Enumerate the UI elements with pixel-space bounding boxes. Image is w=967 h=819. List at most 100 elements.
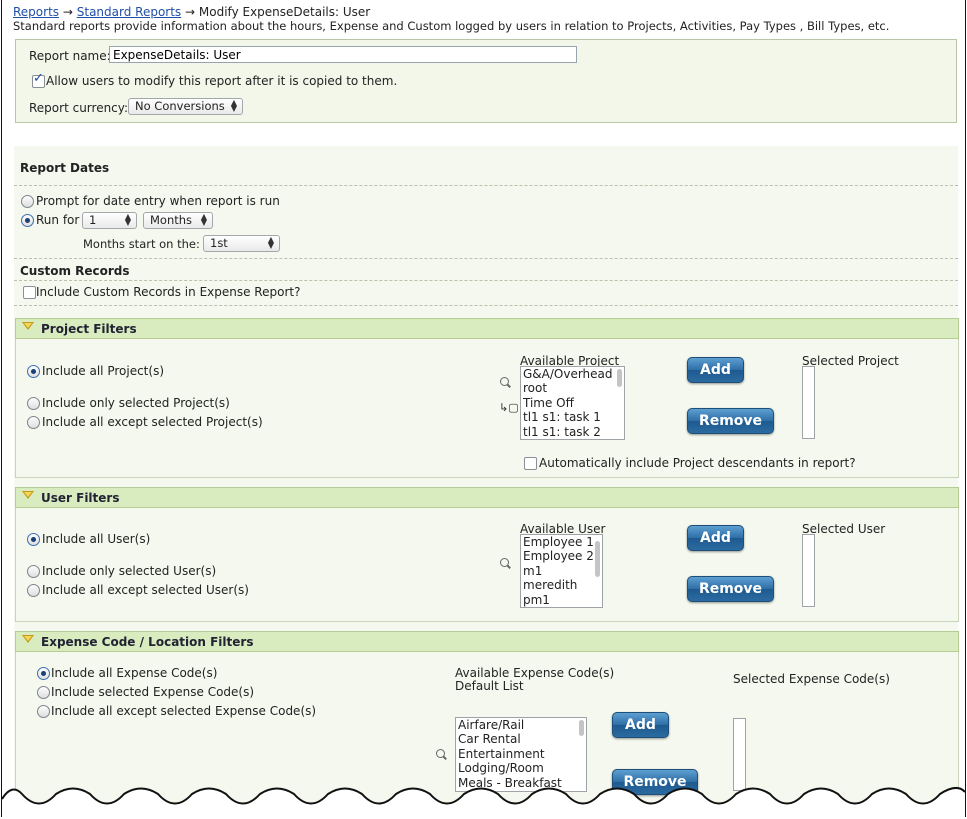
select-arrows-icon: ▲ ▼ xyxy=(267,235,274,250)
project-include-all-radio[interactable] xyxy=(27,365,40,378)
breadcrumb-current: Modify ExpenseDetails: User xyxy=(198,5,371,19)
report-name-label: Report name: xyxy=(29,49,111,63)
search-icon[interactable] xyxy=(500,558,509,567)
expense-filters-header[interactable]: Expense Code / Location Filters xyxy=(15,631,959,652)
project-filters-header[interactable]: Project Filters xyxy=(15,318,959,339)
user-remove-button[interactable]: Remove xyxy=(687,576,774,602)
report-name-input[interactable] xyxy=(109,46,577,63)
page-frame: Reports → Standard Reports → Modify Expe… xyxy=(1,0,966,817)
list-item[interactable]: tl1 s1: task 2 xyxy=(521,425,624,439)
breadcrumb-standard-reports-link[interactable]: Standard Reports xyxy=(77,5,181,19)
selected-expense-label: Selected Expense Code(s) xyxy=(733,672,890,686)
prompt-date-radio[interactable] xyxy=(21,195,34,208)
available-expense-list[interactable]: Airfare/Rail Car Rental Entertainment Lo… xyxy=(455,717,587,792)
scrollbar[interactable] xyxy=(579,720,584,736)
project-filters-title: Project Filters xyxy=(41,322,137,336)
selected-project-list[interactable] xyxy=(802,366,815,439)
list-item[interactable]: Entertainment xyxy=(456,747,586,761)
allow-modify-label: Allow users to modify this report after … xyxy=(46,74,398,88)
divider xyxy=(14,305,958,306)
custom-records-checkbox[interactable] xyxy=(23,286,36,299)
list-item[interactable]: m1 xyxy=(521,564,602,578)
allow-modify-checkbox[interactable] xyxy=(32,71,45,88)
list-item[interactable]: G&A/Overhead xyxy=(521,367,624,381)
collapse-triangle-icon[interactable] xyxy=(22,491,34,499)
torn-edge-decoration xyxy=(2,787,965,817)
scrollbar[interactable] xyxy=(595,541,600,577)
user-include-only-radio[interactable] xyxy=(27,565,40,578)
expense-include-all-label: Include all Expense Code(s) xyxy=(51,666,218,680)
page-description: Standard reports provide information abo… xyxy=(13,19,890,33)
selected-expense-list[interactable] xyxy=(733,718,746,791)
user-include-all-label: Include all User(s) xyxy=(42,532,151,546)
run-for-label: Run for xyxy=(36,213,80,227)
months-start-label: Months start on the: xyxy=(83,237,200,251)
list-item[interactable]: Employee 1 xyxy=(521,535,602,549)
run-for-radio[interactable] xyxy=(21,214,34,227)
custom-records-label: Include Custom Records in Expense Report… xyxy=(36,285,301,299)
select-arrows-icon: ▲ ▼ xyxy=(200,212,207,227)
list-item[interactable]: meredith xyxy=(521,578,602,592)
collapse-triangle-icon[interactable] xyxy=(22,635,34,643)
list-item[interactable]: Car Rental xyxy=(456,732,586,746)
expense-include-except-radio[interactable] xyxy=(37,705,50,718)
breadcrumb-separator: → xyxy=(62,5,73,19)
project-include-only-radio[interactable] xyxy=(27,397,40,410)
breadcrumb-separator: → xyxy=(185,5,196,19)
run-for-count-select[interactable]: 1 ▲ ▼ xyxy=(82,212,137,229)
project-descendants-checkbox[interactable] xyxy=(524,457,537,470)
user-include-except-radio[interactable] xyxy=(27,584,40,597)
prompt-date-label: Prompt for date entry when report is run xyxy=(36,194,280,208)
currency-select-value: No Conversions xyxy=(135,99,225,113)
project-include-except-radio[interactable] xyxy=(27,416,40,429)
available-project-list[interactable]: G&A/Overhead root Time Off tl1 s1: task … xyxy=(520,366,625,440)
months-start-value: 1st xyxy=(210,236,228,250)
selected-project-label: Selected Project xyxy=(802,354,899,368)
select-arrows-icon: ▲ ▼ xyxy=(230,98,237,113)
project-include-only-label: Include only selected Project(s) xyxy=(42,396,230,410)
project-include-except-label: Include all except selected Project(s) xyxy=(42,415,263,429)
hierarchy-icon[interactable]: ↳▢ xyxy=(499,401,519,414)
run-for-unit-value: Months xyxy=(150,213,193,227)
scrollbar[interactable] xyxy=(617,369,622,387)
search-icon[interactable] xyxy=(500,377,509,386)
available-expense-label: Available Expense Code(s) xyxy=(455,666,615,680)
project-add-button[interactable]: Add xyxy=(687,357,744,383)
collapse-triangle-icon[interactable] xyxy=(22,322,34,330)
currency-select[interactable]: No Conversions ▲ ▼ xyxy=(128,98,243,115)
expense-include-except-label: Include all except selected Expense Code… xyxy=(51,704,317,718)
report-dates-heading: Report Dates xyxy=(20,161,110,175)
list-item[interactable]: Airfare/Rail xyxy=(456,718,586,732)
list-item[interactable]: root xyxy=(521,381,624,395)
run-for-count-value: 1 xyxy=(89,213,97,227)
list-item[interactable]: Time Off xyxy=(521,396,624,410)
project-remove-button[interactable]: Remove xyxy=(687,408,774,434)
user-filters-header[interactable]: User Filters xyxy=(15,487,959,508)
user-add-button[interactable]: Add xyxy=(687,525,744,551)
divider xyxy=(14,280,958,281)
user-include-all-radio[interactable] xyxy=(27,533,40,546)
divider xyxy=(14,185,958,186)
project-include-all-label: Include all Project(s) xyxy=(42,364,165,378)
user-include-only-label: Include only selected User(s) xyxy=(42,564,217,578)
currency-label: Report currency: xyxy=(29,101,129,115)
available-user-list[interactable]: Employee 1 Employee 2 m1 meredith pm1 xyxy=(520,534,603,608)
list-item[interactable]: Employee 2 xyxy=(521,549,602,563)
list-item[interactable]: pm1 xyxy=(521,593,602,607)
selected-user-list[interactable] xyxy=(802,534,815,607)
run-for-unit-select[interactable]: Months ▲ ▼ xyxy=(143,212,213,229)
breadcrumb: Reports → Standard Reports → Modify Expe… xyxy=(13,5,370,19)
search-icon[interactable] xyxy=(436,749,445,758)
user-filters-title: User Filters xyxy=(41,491,120,505)
custom-records-heading: Custom Records xyxy=(20,264,130,278)
select-arrows-icon: ▲ ▼ xyxy=(124,212,131,227)
months-start-select[interactable]: 1st ▲ ▼ xyxy=(203,235,280,252)
breadcrumb-reports-link[interactable]: Reports xyxy=(13,5,59,19)
expense-include-all-radio[interactable] xyxy=(37,667,50,680)
user-include-except-label: Include all except selected User(s) xyxy=(42,583,249,597)
list-item[interactable]: Lodging/Room xyxy=(456,761,586,775)
expense-add-button[interactable]: Add xyxy=(612,712,669,738)
expense-filters-title: Expense Code / Location Filters xyxy=(41,635,254,649)
list-item[interactable]: tl1 s1: task 1 xyxy=(521,410,624,424)
expense-include-selected-radio[interactable] xyxy=(37,686,50,699)
